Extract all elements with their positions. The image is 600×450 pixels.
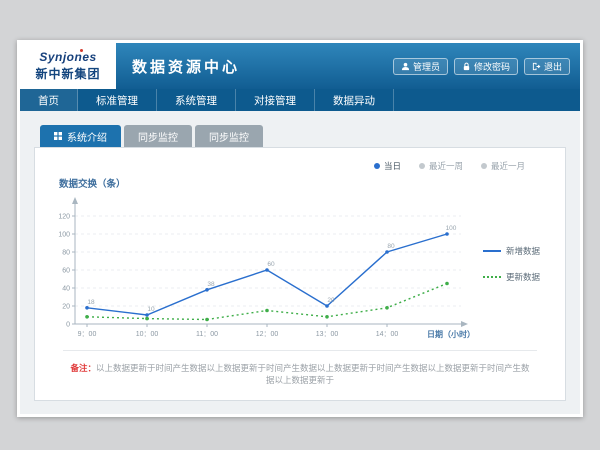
svg-text:80: 80 — [62, 250, 70, 257]
svg-text:13：00: 13：00 — [316, 331, 339, 338]
brand-logo-en: Synjones — [39, 50, 96, 64]
filter-last-week[interactable]: 最近一周 — [419, 160, 463, 172]
tab-system-intro[interactable]: 系统介绍 — [40, 125, 121, 147]
footnote-text: 以上数据更新于时间产生数据以上数据更新于时间产生数据以上数据更新于时间产生数据以… — [96, 363, 530, 385]
tab-label: 系统介绍 — [67, 129, 107, 144]
filter-last-month[interactable]: 最近一月 — [481, 160, 525, 172]
grid-icon — [54, 132, 62, 140]
brand-logo-cn: 新中新集团 — [35, 65, 100, 82]
svg-text:60: 60 — [267, 261, 275, 268]
tab-sync-monitor-1[interactable]: 同步监控 — [124, 125, 192, 147]
page-title: 数据资源中心 — [132, 56, 240, 77]
dotted-line-icon — [483, 276, 501, 278]
dot-icon — [481, 163, 487, 169]
filter-today-label: 当日 — [384, 160, 401, 172]
svg-text:40: 40 — [62, 286, 70, 293]
app-window: Synjones 新中新集团 数据资源中心 管理员 修改密码 — [17, 40, 583, 417]
desktop-background: Synjones 新中新集团 数据资源中心 管理员 修改密码 — [0, 0, 600, 450]
series-label: 新增数据 — [506, 245, 540, 257]
svg-text:12：00: 12：00 — [256, 331, 279, 338]
change-password-label: 修改密码 — [474, 60, 510, 73]
nav-item-home[interactable]: 首页 — [20, 89, 78, 111]
admin-user-label: 管理员 — [413, 60, 440, 73]
content-area: 系统介绍 同步监控 同步监控 当日 最近一周 — [20, 111, 580, 414]
svg-text:38: 38 — [207, 281, 215, 288]
header-actions: 管理员 修改密码 退出 — [393, 58, 580, 75]
svg-text:100: 100 — [446, 225, 457, 232]
footnote: 备注：以上数据更新于时间产生数据以上数据更新于时间产生数据以上数据更新于时间产生… — [63, 350, 537, 397]
svg-text:10：00: 10：00 — [136, 331, 159, 338]
line-chart: 0 20 40 60 80 100 120 9：00 10：00 11：00 12：00 13：00 1… — [45, 190, 477, 348]
user-icon — [401, 62, 410, 71]
footnote-label: 备注： — [70, 363, 96, 373]
admin-user-button[interactable]: 管理员 — [393, 58, 448, 75]
lock-icon — [462, 62, 471, 71]
brand-logo[interactable]: Synjones 新中新集团 — [20, 43, 116, 89]
logout-label: 退出 — [544, 60, 562, 73]
chart-region: 0 20 40 60 80 100 120 9：00 10：00 11：00 12：00 13：00 1… — [45, 190, 555, 348]
svg-text:100: 100 — [58, 232, 70, 239]
svg-text:20: 20 — [62, 304, 70, 311]
chart-card: 当日 最近一周 最近一月 数据交换（条） 0 20 40 60 80 100 120 9：00… — [34, 147, 566, 401]
svg-text:120: 120 — [58, 214, 70, 221]
svg-text:60: 60 — [62, 268, 70, 275]
tab-label: 同步监控 — [209, 129, 249, 144]
series-legend: 新增数据 更新数据 — [483, 245, 540, 283]
nav-item-system-mgmt[interactable]: 系统管理 — [157, 89, 236, 111]
main-nav: 首页 标准管理 系统管理 对接管理 数据异动 — [20, 89, 580, 111]
svg-text:14：00: 14：00 — [376, 331, 399, 338]
series-legend-new-data[interactable]: 新增数据 — [483, 245, 540, 257]
svg-text:10: 10 — [147, 306, 155, 313]
nav-item-interface-mgmt[interactable]: 对接管理 — [236, 89, 315, 111]
dot-icon — [374, 163, 380, 169]
nav-item-data-change[interactable]: 数据异动 — [315, 89, 394, 111]
svg-text:0: 0 — [66, 322, 70, 329]
svg-text:20: 20 — [327, 297, 335, 304]
svg-text:18: 18 — [87, 299, 95, 306]
tab-sync-monitor-2[interactable]: 同步监控 — [195, 125, 263, 147]
app-header: Synjones 新中新集团 数据资源中心 管理员 修改密码 — [20, 43, 580, 89]
filter-today[interactable]: 当日 — [374, 160, 401, 172]
change-password-button[interactable]: 修改密码 — [454, 58, 518, 75]
nav-item-standard-mgmt[interactable]: 标准管理 — [78, 89, 157, 111]
filter-last-month-label: 最近一月 — [491, 160, 525, 172]
dot-icon — [419, 163, 425, 169]
logout-button[interactable]: 退出 — [524, 58, 570, 75]
svg-text:80: 80 — [387, 243, 395, 250]
svg-text:日期（小时）: 日期（小时） — [427, 329, 475, 339]
series-label: 更新数据 — [506, 271, 540, 283]
filter-last-week-label: 最近一周 — [429, 160, 463, 172]
tab-label: 同步监控 — [138, 129, 178, 144]
solid-line-icon — [483, 250, 501, 252]
chart-y-axis-title: 数据交换（条） — [59, 176, 555, 190]
svg-text:11：00: 11：00 — [196, 331, 218, 338]
logout-icon — [532, 62, 541, 71]
tab-bar: 系统介绍 同步监控 同步监控 — [34, 125, 566, 147]
svg-text:9：00: 9：00 — [78, 331, 97, 338]
time-filter-legend: 当日 最近一周 最近一月 — [45, 154, 555, 174]
series-legend-updated-data[interactable]: 更新数据 — [483, 271, 540, 283]
